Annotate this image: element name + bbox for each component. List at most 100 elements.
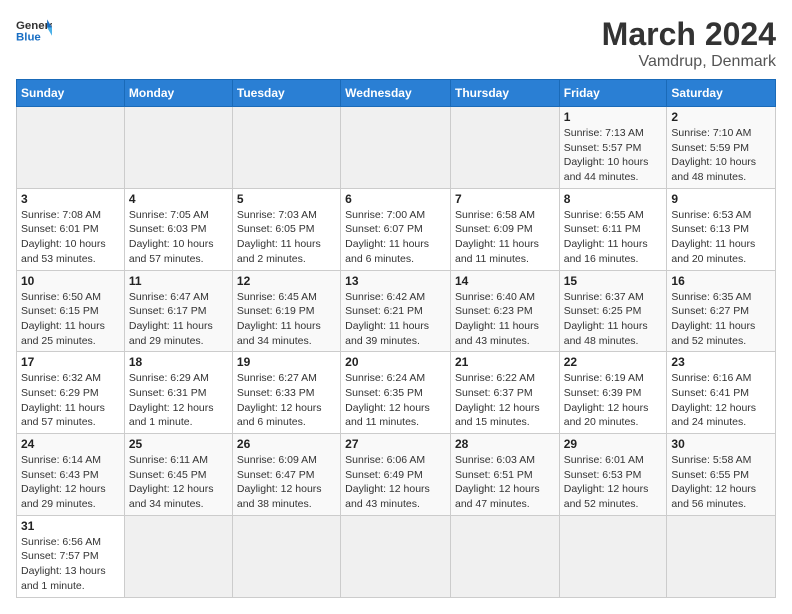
day-info: Sunrise: 6:22 AM Sunset: 6:37 PM Dayligh… <box>455 371 555 430</box>
day-info: Sunrise: 6:40 AM Sunset: 6:23 PM Dayligh… <box>455 290 555 349</box>
table-row: 4Sunrise: 7:05 AM Sunset: 6:03 PM Daylig… <box>124 188 232 270</box>
day-number: 31 <box>21 519 120 533</box>
table-row <box>667 515 776 597</box>
day-number: 17 <box>21 355 120 369</box>
table-row: 3 Sunrise: 7:08 AM Sunset: 6:01 PM Daylig… <box>17 188 125 270</box>
day-number: 25 <box>129 437 228 451</box>
table-row: 16 Sunrise: 6:35 AM Sunset: 6:27 PM Dayli… <box>667 270 776 352</box>
day-number: 29 <box>564 437 663 451</box>
table-row: 1Sunrise: 7:13 AM Sunset: 5:57 PM Daylig… <box>559 107 667 189</box>
day-number: 23 <box>671 355 771 369</box>
table-row <box>450 515 559 597</box>
day-info: Sunrise: 6:42 AM Sunset: 6:21 PM Dayligh… <box>345 290 446 349</box>
table-row: 2Sunrise: 7:10 AM Sunset: 5:59 PM Daylig… <box>667 107 776 189</box>
table-row <box>232 515 340 597</box>
day-info: Sunrise: 6:14 AM Sunset: 6:43 PM Dayligh… <box>21 453 120 512</box>
day-number: 19 <box>237 355 336 369</box>
day-number: 7 <box>455 192 555 206</box>
title-area: March 2024 Vamdrup, Denmark <box>602 16 776 71</box>
day-info: Sunrise: 6:35 AM Sunset: 6:27 PM Dayligh… <box>671 290 771 349</box>
table-row: 22Sunrise: 6:19 AM Sunset: 6:39 PM Dayli… <box>559 352 667 434</box>
day-info: Sunrise: 6:56 AM Sunset: 7:57 PM Dayligh… <box>21 535 120 594</box>
table-row: 31 Sunrise: 6:56 AM Sunset: 7:57 PM Dayli… <box>17 515 125 597</box>
table-row <box>559 515 667 597</box>
day-number: 4 <box>129 192 228 206</box>
table-row: 25Sunrise: 6:11 AM Sunset: 6:45 PM Dayli… <box>124 434 232 516</box>
table-row <box>124 515 232 597</box>
day-info: Sunrise: 7:08 AM Sunset: 6:01 PM Dayligh… <box>21 208 120 267</box>
day-info: Sunrise: 6:06 AM Sunset: 6:49 PM Dayligh… <box>345 453 446 512</box>
table-row: 8Sunrise: 6:55 AM Sunset: 6:11 PM Daylig… <box>559 188 667 270</box>
table-row: 12Sunrise: 6:45 AM Sunset: 6:19 PM Dayli… <box>232 270 340 352</box>
day-info: Sunrise: 7:03 AM Sunset: 6:05 PM Dayligh… <box>237 208 336 267</box>
logo-icon: General Blue <box>16 16 52 44</box>
day-number: 8 <box>564 192 663 206</box>
day-number: 16 <box>671 274 771 288</box>
table-row: 10 Sunrise: 6:50 AM Sunset: 6:15 PM Dayli… <box>17 270 125 352</box>
day-number: 3 <box>21 192 120 206</box>
col-saturday: Saturday <box>667 80 776 107</box>
table-row: 18Sunrise: 6:29 AM Sunset: 6:31 PM Dayli… <box>124 352 232 434</box>
table-row <box>232 107 340 189</box>
day-info: Sunrise: 6:32 AM Sunset: 6:29 PM Dayligh… <box>21 371 120 430</box>
table-row: 29Sunrise: 6:01 AM Sunset: 6:53 PM Dayli… <box>559 434 667 516</box>
table-row: 23 Sunrise: 6:16 AM Sunset: 6:41 PM Dayli… <box>667 352 776 434</box>
table-row <box>124 107 232 189</box>
day-number: 10 <box>21 274 120 288</box>
table-row: 9Sunrise: 6:53 AM Sunset: 6:13 PM Daylig… <box>667 188 776 270</box>
col-sunday: Sunday <box>17 80 125 107</box>
day-number: 13 <box>345 274 446 288</box>
calendar-header-row: Sunday Monday Tuesday Wednesday Thursday… <box>17 80 776 107</box>
day-info: Sunrise: 6:27 AM Sunset: 6:33 PM Dayligh… <box>237 371 336 430</box>
table-row: 14 Sunrise: 6:40 AM Sunset: 6:23 PM Dayli… <box>450 270 559 352</box>
day-number: 20 <box>345 355 446 369</box>
day-info: Sunrise: 5:58 AM Sunset: 6:55 PM Dayligh… <box>671 453 771 512</box>
day-info: Sunrise: 6:16 AM Sunset: 6:41 PM Dayligh… <box>671 371 771 430</box>
table-row: 27 Sunrise: 6:06 AM Sunset: 6:49 PM Dayli… <box>341 434 451 516</box>
day-number: 21 <box>455 355 555 369</box>
day-number: 11 <box>129 274 228 288</box>
table-row <box>17 107 125 189</box>
day-number: 22 <box>564 355 663 369</box>
calendar-table: Sunday Monday Tuesday Wednesday Thursday… <box>16 79 776 598</box>
page-header: General Blue March 2024 Vamdrup, Denmark <box>16 16 776 71</box>
day-info: Sunrise: 7:10 AM Sunset: 5:59 PM Dayligh… <box>671 126 771 185</box>
day-number: 26 <box>237 437 336 451</box>
day-number: 14 <box>455 274 555 288</box>
table-row: 11 Sunrise: 6:47 AM Sunset: 6:17 PM Dayli… <box>124 270 232 352</box>
table-row: 24Sunrise: 6:14 AM Sunset: 6:43 PM Dayli… <box>17 434 125 516</box>
col-friday: Friday <box>559 80 667 107</box>
day-info: Sunrise: 6:03 AM Sunset: 6:51 PM Dayligh… <box>455 453 555 512</box>
day-number: 15 <box>564 274 663 288</box>
day-number: 1 <box>564 110 663 124</box>
day-number: 30 <box>671 437 771 451</box>
table-row <box>450 107 559 189</box>
logo: General Blue <box>16 16 52 44</box>
svg-text:General: General <box>16 20 52 32</box>
page-title: March 2024 <box>602 16 776 53</box>
table-row: 5 Sunrise: 7:03 AM Sunset: 6:05 PM Daylig… <box>232 188 340 270</box>
day-number: 5 <box>237 192 336 206</box>
table-row: 20Sunrise: 6:24 AM Sunset: 6:35 PM Dayli… <box>341 352 451 434</box>
table-row <box>341 515 451 597</box>
svg-text:Blue: Blue <box>16 32 41 44</box>
table-row <box>341 107 451 189</box>
table-row: 15Sunrise: 6:37 AM Sunset: 6:25 PM Dayli… <box>559 270 667 352</box>
day-info: Sunrise: 6:50 AM Sunset: 6:15 PM Dayligh… <box>21 290 120 349</box>
day-info: Sunrise: 6:53 AM Sunset: 6:13 PM Dayligh… <box>671 208 771 267</box>
day-number: 27 <box>345 437 446 451</box>
day-info: Sunrise: 6:09 AM Sunset: 6:47 PM Dayligh… <box>237 453 336 512</box>
day-info: Sunrise: 6:47 AM Sunset: 6:17 PM Dayligh… <box>129 290 228 349</box>
table-row: 7Sunrise: 6:58 AM Sunset: 6:09 PM Daylig… <box>450 188 559 270</box>
day-info: Sunrise: 6:29 AM Sunset: 6:31 PM Dayligh… <box>129 371 228 430</box>
day-number: 6 <box>345 192 446 206</box>
table-row: 28Sunrise: 6:03 AM Sunset: 6:51 PM Dayli… <box>450 434 559 516</box>
table-row: 30 Sunrise: 5:58 AM Sunset: 6:55 PM Dayli… <box>667 434 776 516</box>
table-row: 26 Sunrise: 6:09 AM Sunset: 6:47 PM Dayli… <box>232 434 340 516</box>
day-info: Sunrise: 7:00 AM Sunset: 6:07 PM Dayligh… <box>345 208 446 267</box>
col-monday: Monday <box>124 80 232 107</box>
table-row: 17 Sunrise: 6:32 AM Sunset: 6:29 PM Dayli… <box>17 352 125 434</box>
table-row: 13 Sunrise: 6:42 AM Sunset: 6:21 PM Dayli… <box>341 270 451 352</box>
table-row: 19 Sunrise: 6:27 AM Sunset: 6:33 PM Dayli… <box>232 352 340 434</box>
col-thursday: Thursday <box>450 80 559 107</box>
